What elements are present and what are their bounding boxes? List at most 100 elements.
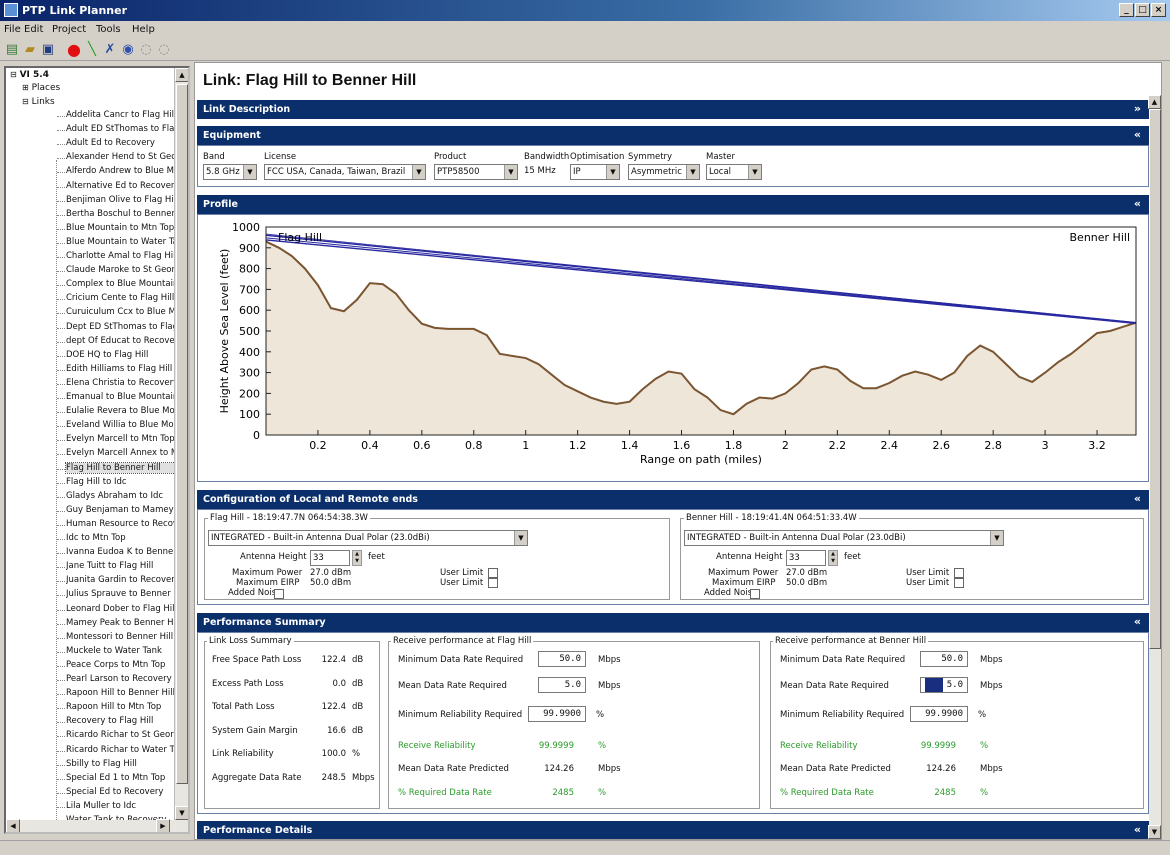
benner-min-rate-input[interactable]: 50.0 <box>920 651 968 667</box>
tree-links[interactable]: ⊟ Links <box>22 97 55 107</box>
benner-mean-rate-input[interactable]: 5.0 <box>920 677 968 693</box>
master-select[interactable]: Local ▼ <box>706 164 762 180</box>
tree-link-item[interactable]: Claude Maroke to St Georg <box>66 265 179 275</box>
collapse-chevron-icon[interactable]: « <box>1134 615 1141 628</box>
local-antenna-height-input[interactable]: 33 <box>310 550 350 566</box>
collapse-chevron-icon[interactable]: « <box>1134 823 1141 836</box>
tree-link-item[interactable]: Rapoon Hill to Benner Hill <box>66 688 179 698</box>
globe-icon[interactable]: ◉ <box>120 42 136 58</box>
scroll-left-arrow-icon[interactable]: ◀ <box>6 819 20 832</box>
tree-link-item[interactable]: Mamey Peak to Benner Hill <box>66 618 179 628</box>
tree-link-item[interactable]: Ivanna Eudoa K to Benner I <box>66 547 179 557</box>
local-added-noise-checkbox[interactable] <box>274 589 284 599</box>
tree-link-item[interactable]: Evelyn Marcell Annex to Mt <box>66 448 179 458</box>
tree-link-item[interactable]: Blue Mountain to Mtn Top <box>66 223 179 233</box>
tree-link-item[interactable]: Alexander Hend to St Georg <box>66 152 179 162</box>
product-select[interactable]: PTP58500 ▼ <box>434 164 518 180</box>
flag-min-rate-input[interactable]: 50.0 <box>538 651 586 667</box>
scroll-down-arrow-icon[interactable]: ▼ <box>1148 825 1161 839</box>
flag-min-rel-input[interactable]: 99.9900 <box>528 706 586 722</box>
tree-link-item[interactable]: Elena Christia to Recovery <box>66 378 179 388</box>
add-link-icon[interactable]: ╲ <box>84 42 100 58</box>
tree-link-item[interactable]: Flag Hill to Idc <box>66 477 179 487</box>
collapse-chevron-icon[interactable]: « <box>1134 128 1141 141</box>
tree-link-item[interactable]: Bertha Boschul to Benner H <box>66 209 179 219</box>
local-eirp-user-limit-checkbox[interactable] <box>488 578 498 588</box>
tree-link-item[interactable]: Special Ed 1 to Mtn Top <box>66 773 179 783</box>
tree-scroll-thumb[interactable] <box>176 84 188 784</box>
tree-link-item[interactable]: Benjiman Olive to Flag Hill <box>66 195 179 205</box>
main-scrollbar[interactable]: ▲ ▼ <box>1148 95 1161 839</box>
open-folder-icon[interactable]: ▰ <box>22 42 38 58</box>
collapse-chevron-icon[interactable]: « <box>1134 492 1141 505</box>
menu-tools[interactable]: Tools <box>96 24 121 35</box>
tree-link-item[interactable]: Peace Corps to Mtn Top <box>66 660 179 670</box>
tree-link-item[interactable]: Alferdo Andrew to Blue Mo <box>66 166 179 176</box>
tree-link-item[interactable]: Human Resource to Recove <box>66 519 179 529</box>
local-power-user-limit-checkbox[interactable] <box>488 568 498 578</box>
tree-link-item[interactable]: Curuiculum Ccx to Blue Mou <box>66 307 179 317</box>
scroll-right-arrow-icon[interactable]: ▶ <box>156 819 170 832</box>
equipment-header[interactable]: Equipment « <box>197 126 1149 145</box>
tree-link-item[interactable]: Cricium Cente to Flag Hill <box>66 293 179 303</box>
license-select[interactable]: FCC USA, Canada, Taiwan, Brazil ▼ <box>264 164 426 180</box>
remote-added-noise-checkbox[interactable] <box>750 589 760 599</box>
tree-link-item[interactable]: Flag Hill to Benner Hill <box>65 461 180 474</box>
main-scroll-thumb[interactable] <box>1149 109 1161 649</box>
tree-link-item[interactable]: Gladys Abraham to Idc <box>66 491 179 501</box>
project-tree[interactable]: ⊟ VI 5.4 ⊞ Places ⊟ Links Addelita Cancr… <box>4 66 190 834</box>
tree-link-item[interactable]: Emanual to Blue Mountain <box>66 392 179 402</box>
tree-link-item[interactable]: DOE HQ to Flag Hill <box>66 350 179 360</box>
tree-link-item[interactable]: Adult ED StThomas to Flag <box>66 124 179 134</box>
tree-link-item[interactable]: Jane Tuitt to Flag Hill <box>66 561 179 571</box>
flag-mean-rate-input[interactable]: 5.0 <box>538 677 586 693</box>
link-description-header[interactable]: Link Description » <box>197 100 1149 119</box>
tree-link-item[interactable]: Eulalie Revera to Blue Moun <box>66 406 179 416</box>
add-place-icon[interactable]: ● <box>66 42 82 58</box>
remote-eirp-user-limit-checkbox[interactable] <box>954 578 964 588</box>
tree-link-item[interactable]: Charlotte Amal to Flag Hill <box>66 251 179 261</box>
kml-export-icon[interactable]: ◌ <box>138 42 154 58</box>
benner-min-rel-input[interactable]: 99.9900 <box>910 706 968 722</box>
tree-link-item[interactable]: Ricardo Richar to St George <box>66 730 179 740</box>
tree-link-item[interactable]: Adult Ed to Recovery <box>66 138 179 148</box>
tree-link-item[interactable]: Guy Benjaman to Mamey Pe <box>66 505 179 515</box>
menu-help[interactable]: Help <box>132 24 155 35</box>
tree-link-item[interactable]: Alternative Ed to Recovery <box>66 181 179 191</box>
profile-header[interactable]: Profile « <box>197 195 1149 214</box>
band-select[interactable]: 5.8 GHz ▼ <box>203 164 257 180</box>
tree-link-item[interactable]: Pearl Larson to Recovery <box>66 674 179 684</box>
tree-link-item[interactable]: Idc to Mtn Top <box>66 533 179 543</box>
save-icon[interactable]: ▣ <box>40 42 56 58</box>
remote-antenna-select[interactable]: INTEGRATED - Built-in Antenna Dual Polar… <box>684 530 1004 546</box>
tree-link-item[interactable]: Special Ed to Recovery <box>66 787 179 797</box>
performance-details-header[interactable]: Performance Details « <box>197 821 1149 839</box>
tree-link-item[interactable]: Leonard Dober to Flag Hill <box>66 604 179 614</box>
tree-link-item[interactable]: Ricardo Richar to Water Ta <box>66 745 179 755</box>
pdf-report-icon[interactable]: ◌ <box>156 42 172 58</box>
menu-file[interactable]: File <box>4 24 21 35</box>
height-spinner-icon[interactable]: ▲ ▼ <box>828 550 838 566</box>
close-button[interactable]: × <box>1151 3 1166 17</box>
minimize-button[interactable]: _ <box>1119 3 1134 17</box>
tree-link-item[interactable]: Lila Muller to Idc <box>66 801 179 811</box>
menu-project[interactable]: Project <box>52 24 86 35</box>
tree-link-item[interactable]: Evelyn Marcell to Mtn Top <box>66 434 179 444</box>
expand-chevron-icon[interactable]: » <box>1134 102 1141 115</box>
tree-link-item[interactable]: Julius Sprauve to Benner Hi <box>66 589 179 599</box>
delete-icon[interactable]: ✗ <box>102 42 118 58</box>
scroll-down-arrow-icon[interactable]: ▼ <box>175 806 188 820</box>
tree-link-item[interactable]: Rapoon Hill to Mtn Top <box>66 702 179 712</box>
scroll-up-arrow-icon[interactable]: ▲ <box>175 68 188 82</box>
menu-edit[interactable]: Edit <box>24 24 43 35</box>
scroll-up-arrow-icon[interactable]: ▲ <box>1148 95 1161 109</box>
tree-link-item[interactable]: Montessori to Benner Hill <box>66 632 179 642</box>
remote-antenna-height-input[interactable]: 33 <box>786 550 826 566</box>
tree-link-item[interactable]: Juanita Gardin to Recovery <box>66 575 179 585</box>
height-spinner-icon[interactable]: ▲ ▼ <box>352 550 362 566</box>
tree-link-item[interactable]: dept Of Educat to Recover <box>66 336 179 346</box>
configuration-header[interactable]: Configuration of Local and Remote ends « <box>197 490 1149 509</box>
tree-link-item[interactable]: Edith Hilliams to Flag Hill <box>66 364 179 374</box>
tree-scrollbar[interactable]: ▲ ▼ <box>174 68 188 820</box>
symmetry-select[interactable]: Asymmetric ▼ <box>628 164 700 180</box>
